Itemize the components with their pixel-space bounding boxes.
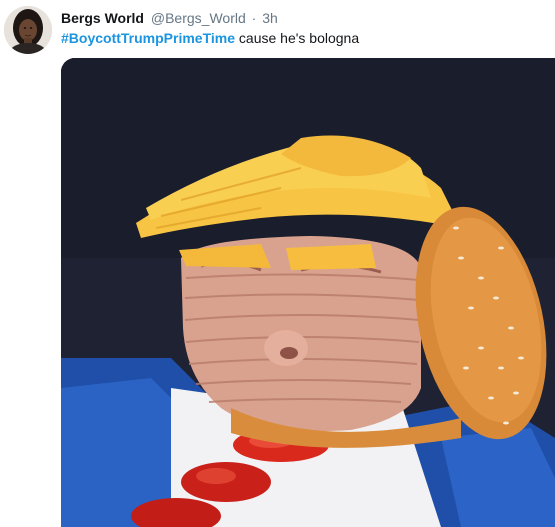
tweet-text: #BoycottTrumpPrimeTime cause he's bologn…: [61, 30, 359, 46]
tweet-header: Bergs World @Bergs_World · 3h: [61, 10, 278, 26]
author-name[interactable]: Bergs World: [61, 10, 144, 26]
separator-dot: ·: [251, 10, 257, 26]
tweet-timestamp[interactable]: 3h: [262, 10, 278, 26]
avatar[interactable]: [4, 6, 52, 54]
tweet-body-text: cause he's bologna: [235, 30, 360, 46]
tweet: Bergs World @Bergs_World · 3h #BoycottTr…: [0, 0, 555, 527]
author-handle[interactable]: @Bergs_World: [151, 10, 246, 26]
hashtag-link[interactable]: #BoycottTrumpPrimeTime: [61, 30, 235, 46]
tweet-photo[interactable]: [61, 58, 555, 527]
